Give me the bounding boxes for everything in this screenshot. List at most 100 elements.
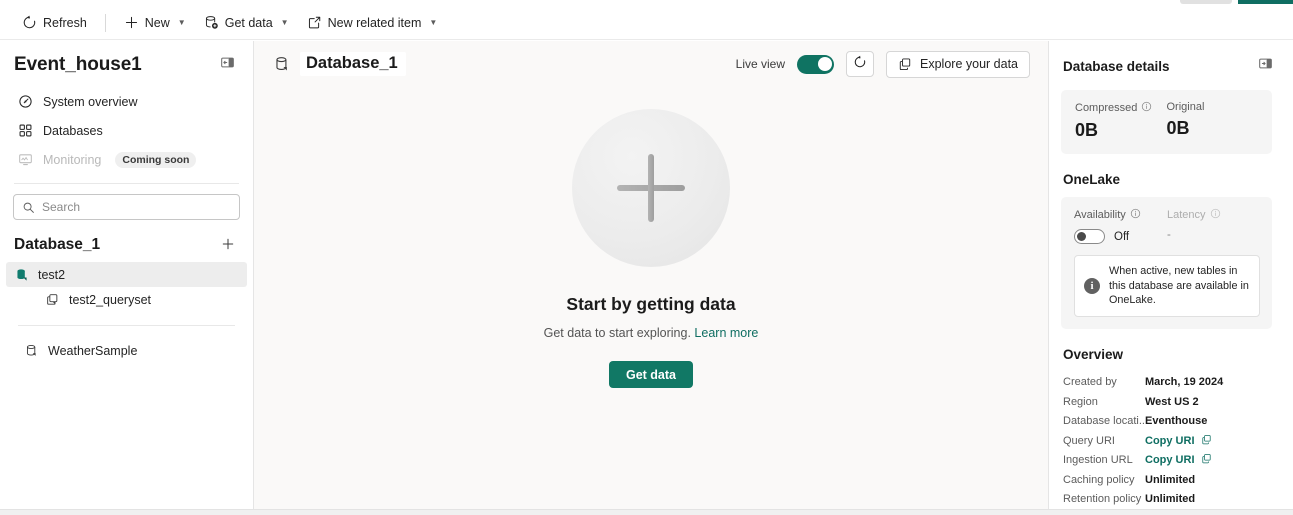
info-circle-icon[interactable] [1130, 208, 1141, 222]
toggle-knob [817, 57, 832, 71]
refresh-button[interactable]: Refresh [14, 9, 95, 37]
overview-value: West US 2 [1145, 395, 1199, 408]
explore-your-data-label: Explore your data [920, 57, 1018, 71]
chevron-down-icon: ▼ [280, 18, 289, 27]
search-input[interactable] [42, 200, 231, 214]
copy-icon[interactable] [1201, 434, 1212, 448]
overview-key: Retention policy [1063, 493, 1142, 506]
gauge-icon [18, 94, 33, 109]
tree-item-label: test2 [38, 267, 66, 282]
new-button[interactable]: New ▼ [116, 9, 194, 37]
details-panel-collapse-button[interactable] [1253, 54, 1277, 78]
new-related-item-button[interactable]: New related item ▼ [299, 9, 446, 37]
tree-item-weathersample[interactable]: WeatherSample [6, 338, 247, 363]
live-view-label: Live view [735, 57, 786, 71]
info-circle-icon[interactable] [1141, 101, 1152, 115]
original-label-row: Original [1167, 101, 1259, 113]
overview-key: Database locati... [1063, 415, 1145, 428]
size-stats-card: Compressed 0B Original 0B [1061, 90, 1272, 154]
command-bar-separator [104, 13, 106, 32]
query-uri-copy-link[interactable]: Copy URI [1145, 434, 1212, 448]
partial-pill-element [1180, 0, 1232, 4]
sidebar-item-monitoring: Monitoring Coming soon [10, 145, 243, 174]
get-data-button[interactable]: Get data ▼ [196, 9, 297, 37]
latency-value: - [1167, 229, 1171, 241]
onelake-info-note: i When active, new tables in this databa… [1074, 255, 1260, 317]
toggle-knob [1077, 232, 1086, 241]
original-label: Original [1166, 101, 1205, 113]
monitor-icon [18, 152, 33, 167]
database-section-title: Database_1 [14, 236, 101, 253]
sidebar-item-label: System overview [43, 94, 138, 109]
eventhouse-title: Event_house1 [14, 54, 142, 75]
database-icon [25, 344, 39, 358]
database-icon [274, 56, 291, 73]
availability-toggle-row: Off [1074, 229, 1167, 244]
explore-your-data-button[interactable]: Explore your data [886, 50, 1030, 78]
sidebar-item-databases[interactable]: Databases [10, 116, 243, 145]
refresh-button[interactable] [846, 51, 875, 77]
empty-state-subtitle-text: Get data to start exploring. [543, 326, 691, 340]
onelake-card: Availability Off Latency - i When active… [1061, 197, 1272, 329]
empty-state: Start by getting data Get data to start … [254, 87, 1048, 388]
external-link-icon [307, 15, 322, 30]
overview-row: Database locati... Eventhouse [1063, 412, 1277, 432]
overview-row: Query URI Copy URI [1063, 431, 1277, 451]
database-name-field[interactable]: Database_1 [300, 52, 406, 76]
overview-value: Copy URI [1145, 454, 1195, 467]
sidebar-item-system-overview[interactable]: System overview [10, 87, 243, 116]
ingestion-url-copy-link[interactable]: Copy URI [1145, 453, 1212, 467]
overview-key: Region [1063, 395, 1098, 408]
command-bar: Refresh New ▼ Get data ▼ New related ite… [0, 6, 1293, 40]
database-tree: test2 test2_queryset WeatherSample [0, 262, 253, 363]
plus-icon [124, 15, 139, 30]
compressed-label-row: Compressed [1075, 101, 1167, 115]
sidebar-item-label: Monitoring [43, 152, 102, 167]
overview-value: Unlimited [1145, 493, 1196, 506]
availability-label-row: Availability [1074, 208, 1167, 222]
original-value: 0B [1166, 118, 1190, 138]
availability-toggle[interactable] [1074, 229, 1105, 244]
get-data-button[interactable]: Get data [608, 361, 693, 388]
refresh-label: Refresh [43, 15, 87, 30]
compressed-stat: Compressed 0B [1075, 101, 1167, 141]
tree-item-test2[interactable]: test2 [6, 262, 247, 287]
learn-more-link[interactable]: Learn more [694, 326, 758, 340]
availability-block: Availability Off [1074, 208, 1167, 244]
add-database-button[interactable] [217, 234, 239, 256]
plus-icon [617, 154, 685, 222]
sidebar-item-label: Databases [43, 123, 103, 138]
bottom-strip [0, 509, 1293, 515]
sidebar-collapse-button[interactable] [215, 53, 239, 77]
sidebar-header: Event_house1 [0, 41, 253, 85]
live-view-toggle[interactable] [797, 54, 835, 74]
main-title-group: Database_1 [274, 52, 406, 76]
main-header-actions: Live view Explore your data [735, 50, 1030, 78]
tree-item-test2-queryset[interactable]: test2_queryset [6, 287, 247, 312]
overview-value: March, 19 2024 [1145, 376, 1224, 389]
refresh-icon [853, 55, 867, 74]
latency-label-row: Latency [1167, 208, 1260, 222]
refresh-icon [22, 15, 37, 30]
search-box[interactable] [13, 194, 240, 220]
overview-key: Caching policy [1063, 473, 1135, 486]
get-data-label: Get data [224, 15, 273, 30]
availability-label: Availability [1074, 209, 1126, 221]
copy-icon[interactable] [1201, 453, 1212, 467]
plus-circle-illustration [572, 109, 730, 267]
panel-collapse-icon [1258, 56, 1273, 76]
empty-state-title: Start by getting data [566, 294, 736, 314]
overview-value: Copy URI [1145, 434, 1195, 447]
empty-state-subtitle: Get data to start exploring. Learn more [544, 326, 759, 340]
database-details-panel: Database details Compressed 0B Original … [1050, 41, 1293, 509]
chevron-down-icon: ▼ [429, 18, 438, 27]
page-title: Database_1 [306, 54, 398, 72]
overview-key: Ingestion URL [1063, 454, 1133, 467]
new-label: New [144, 15, 170, 30]
overview-key: Created by [1063, 376, 1117, 389]
overview-list: Created by March, 19 2024 Region West US… [1050, 362, 1293, 509]
overview-value: Eventhouse [1145, 415, 1208, 428]
info-circle-icon[interactable] [1210, 208, 1221, 222]
onelake-section-title: OneLake [1063, 172, 1121, 187]
main-header: Database_1 Live view Explore your data [254, 41, 1048, 87]
